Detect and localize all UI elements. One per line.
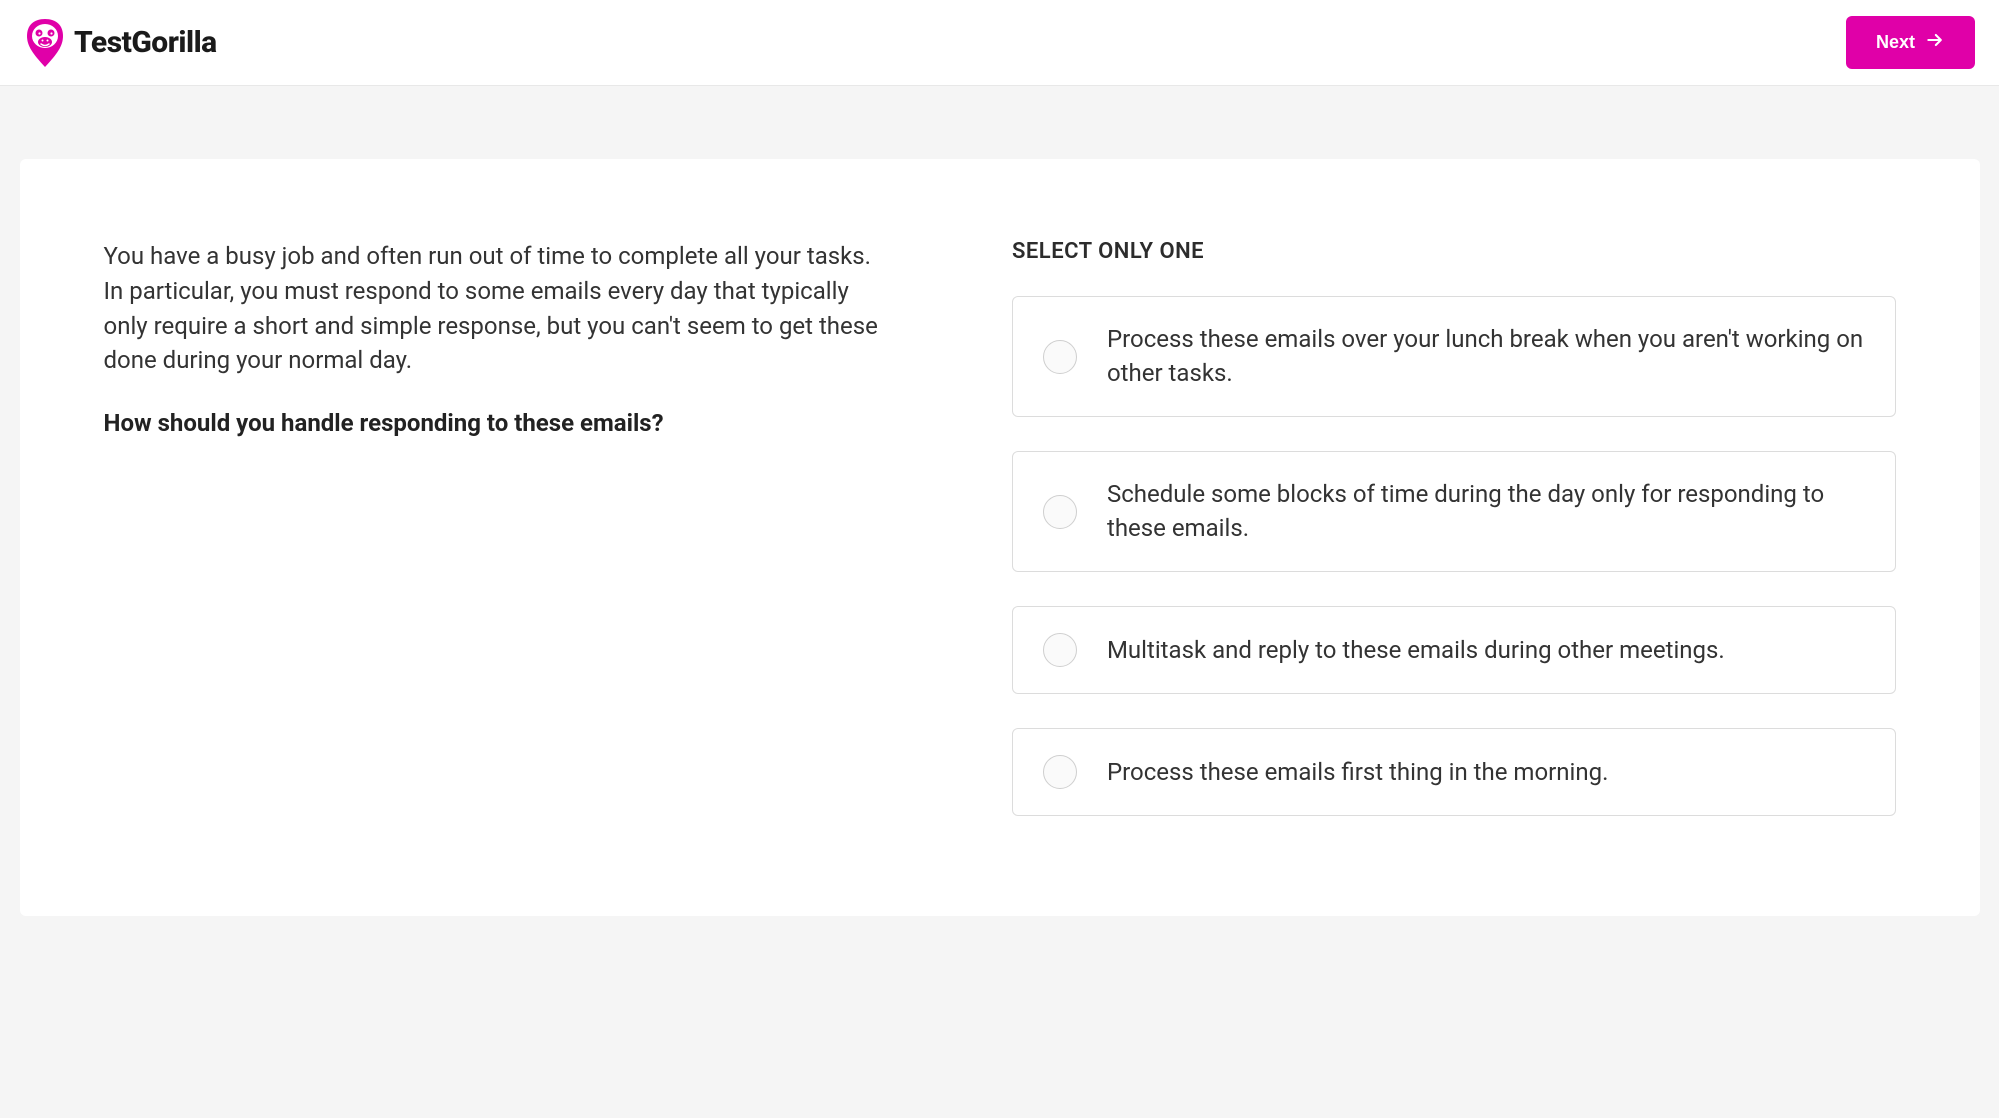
answer-option-text: Process these emails over your lunch bre… [1107, 323, 1865, 390]
answer-option-text: Multitask and reply to these emails duri… [1107, 634, 1725, 668]
radio-icon [1043, 755, 1077, 789]
answer-option-text: Process these emails first thing in the … [1107, 756, 1608, 790]
answer-option[interactable]: Schedule some blocks of time during the … [1012, 451, 1896, 572]
gorilla-icon [24, 19, 66, 67]
radio-icon [1043, 495, 1077, 529]
next-button[interactable]: Next [1846, 16, 1975, 69]
question-context: You have a busy job and often run out of… [104, 239, 892, 378]
brand-logo: TestGorilla [24, 19, 217, 67]
radio-icon [1043, 340, 1077, 374]
brand-name: TestGorilla [74, 25, 217, 60]
question-text-column: You have a busy job and often run out of… [104, 239, 892, 816]
answer-instruction: SELECT ONLY ONE [1012, 239, 1896, 264]
arrow-right-icon [1925, 30, 1945, 55]
page-body: You have a busy job and often run out of… [0, 86, 1999, 956]
next-button-label: Next [1876, 32, 1915, 53]
answer-option[interactable]: Process these emails first thing in the … [1012, 728, 1896, 816]
question-layout: You have a busy job and often run out of… [104, 239, 1896, 816]
answer-option-text: Schedule some blocks of time during the … [1107, 478, 1865, 545]
question-prompt: How should you handle responding to thes… [104, 406, 892, 441]
answer-option[interactable]: Multitask and reply to these emails duri… [1012, 606, 1896, 694]
answer-option[interactable]: Process these emails over your lunch bre… [1012, 296, 1896, 417]
question-card: You have a busy job and often run out of… [20, 159, 1980, 916]
answers-column: SELECT ONLY ONE Process these emails ove… [1012, 239, 1896, 816]
app-header: TestGorilla Next [0, 0, 1999, 86]
radio-icon [1043, 633, 1077, 667]
